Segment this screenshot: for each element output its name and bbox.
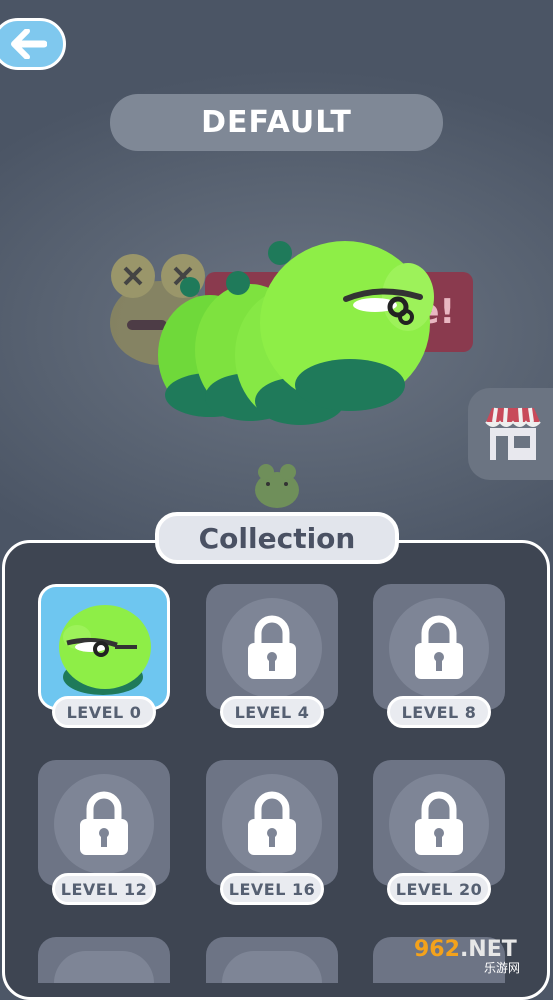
caterpillar-skin-thumbnail — [59, 605, 151, 695]
collection-item[interactable] — [206, 937, 338, 983]
collection-item[interactable] — [38, 937, 170, 983]
small-frog-character — [255, 464, 299, 508]
lock-icon — [415, 615, 463, 679]
watermark-subtext: 乐游网 — [484, 961, 521, 975]
collection-item-level-4[interactable] — [206, 584, 338, 710]
collection-title: Collection — [155, 512, 399, 564]
lock-icon — [80, 791, 128, 855]
level-label: LEVEL 16 — [220, 873, 324, 905]
watermark-logo: 962.NET 乐游网 — [414, 935, 548, 979]
caterpillar-character — [158, 241, 434, 425]
back-button[interactable] — [0, 18, 66, 70]
lock-icon — [248, 615, 296, 679]
watermark-suffix: .NET — [459, 937, 517, 962]
level-label: LEVEL 4 — [220, 696, 324, 728]
lock-icon — [415, 791, 463, 855]
level-label: LEVEL 20 — [387, 873, 491, 905]
collection-item-level-20[interactable] — [373, 760, 505, 886]
level-label: LEVEL 12 — [52, 873, 156, 905]
collection-item-level-12[interactable] — [38, 760, 170, 886]
collection-item-level-8[interactable] — [373, 584, 505, 710]
lock-icon — [248, 791, 296, 855]
shop-icon — [485, 407, 541, 460]
shop-button[interactable] — [468, 388, 553, 480]
level-label: LEVEL 8 — [387, 696, 491, 728]
collection-item-level-16[interactable] — [206, 760, 338, 886]
collection-item-level-0[interactable] — [38, 584, 170, 710]
skin-name-title: DEFAULT — [110, 94, 443, 151]
watermark-brand: 962 — [414, 937, 460, 962]
arrow-left-icon — [11, 29, 47, 59]
level-label: LEVEL 0 — [52, 696, 156, 728]
